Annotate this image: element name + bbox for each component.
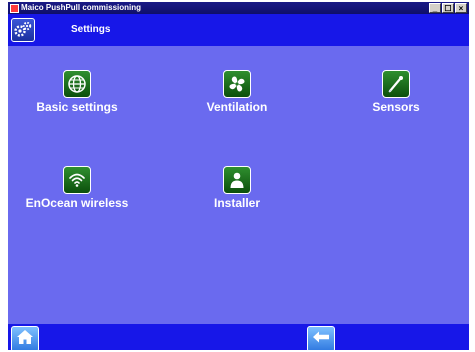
app-icon (10, 4, 19, 13)
installer-tile[interactable]: Installer (177, 166, 297, 210)
sensors-label: Sensors (372, 100, 420, 114)
back-arrow-icon (312, 330, 330, 349)
basic-settings-label: Basic settings (36, 100, 118, 114)
enocean-wireless-tile[interactable]: EnOcean wireless (17, 166, 137, 210)
footer-bar (8, 324, 469, 350)
ventilation-label: Ventilation (206, 100, 268, 114)
page-title: Settings (71, 24, 111, 35)
minimize-button[interactable]: _ (429, 3, 441, 13)
globe-icon (63, 70, 91, 98)
gears-icon[interactable] (11, 18, 35, 42)
window-title: Maico PushPull commissioning (21, 3, 142, 12)
sensors-tile[interactable]: Sensors (336, 70, 456, 114)
home-button[interactable] (11, 326, 39, 350)
installer-label: Installer (213, 196, 261, 210)
back-button[interactable] (307, 326, 335, 350)
title-bar: Maico PushPull commissioning _ ☐ × (8, 2, 469, 14)
fan-icon (223, 70, 251, 98)
maximize-button[interactable]: ☐ (442, 3, 454, 13)
enocean-wireless-label: EnOcean wireless (25, 196, 129, 210)
basic-settings-tile[interactable]: Basic settings (17, 70, 137, 114)
window-controls: _ ☐ × (429, 3, 467, 13)
person-icon (223, 166, 251, 194)
sensor-probe-icon (382, 70, 410, 98)
close-button[interactable]: × (455, 3, 467, 13)
ventilation-tile[interactable]: Ventilation (177, 70, 297, 114)
home-icon (16, 329, 34, 350)
header-bar: Settings (8, 14, 469, 46)
wireless-signal-icon (63, 166, 91, 194)
app-window: Maico PushPull commissioning _ ☐ × Setti… (8, 2, 469, 350)
